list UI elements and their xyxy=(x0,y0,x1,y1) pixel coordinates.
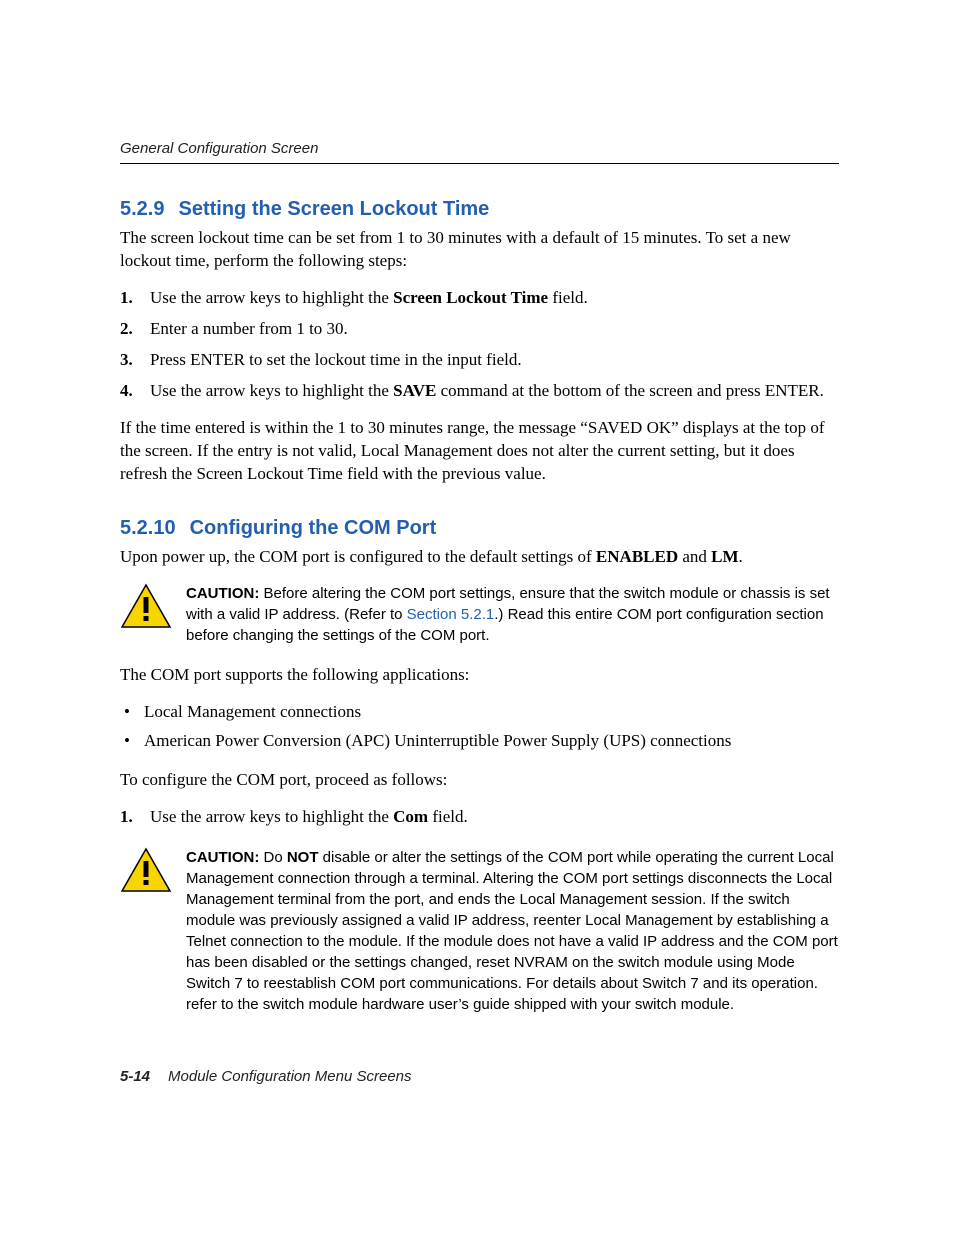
footer-title: Module Configuration Menu Screens xyxy=(168,1068,411,1085)
bullet-list: Local Management connections American Po… xyxy=(120,701,839,753)
value-lm: LM xyxy=(711,547,738,566)
caution-label: CAUTION: xyxy=(186,849,259,866)
running-head: General Configuration Screen xyxy=(120,140,839,164)
step-1: Use the arrow keys to highlight the Scre… xyxy=(120,287,839,310)
step-3: Press ENTER to set the lockout time in t… xyxy=(120,349,839,372)
step-text: command at the bottom of the screen and … xyxy=(436,381,824,400)
section-number: 5.2.9 xyxy=(120,198,164,220)
intro-paragraph: Upon power up, the COM port is configure… xyxy=(120,546,839,569)
step-4: Use the arrow keys to highlight the SAVE… xyxy=(120,380,839,403)
caution-label: CAUTION: xyxy=(186,585,259,602)
caution-box-2: CAUTION: Do NOT disable or alter the set… xyxy=(120,847,839,1015)
field-name: Screen Lockout Time xyxy=(393,288,548,307)
field-name: Com xyxy=(393,807,428,826)
cross-reference-link[interactable]: Section 5.2.1 xyxy=(407,606,495,623)
command-name: SAVE xyxy=(393,381,436,400)
step-2: Enter a number from 1 to 30. xyxy=(120,318,839,341)
supports-paragraph: The COM port supports the following appl… xyxy=(120,664,839,687)
text: Do xyxy=(259,849,287,866)
outro-paragraph: If the time entered is within the 1 to 3… xyxy=(120,417,839,486)
config-step-1: Use the arrow keys to highlight the Com … xyxy=(120,806,839,829)
heading-5-2-9: 5.2.9 Setting the Screen Lockout Time xyxy=(120,198,839,221)
text: disable or alter the settings of the COM… xyxy=(186,849,838,1013)
config-intro: To configure the COM port, proceed as fo… xyxy=(120,769,839,792)
steps-list: Use the arrow keys to highlight the Scre… xyxy=(120,287,839,403)
page-footer: 5-14 Module Configuration Menu Screens xyxy=(120,1068,412,1085)
text: and xyxy=(678,547,711,566)
step-text: Use the arrow keys to highlight the xyxy=(150,807,393,826)
section-title: Configuring the COM Port xyxy=(190,517,437,539)
caution-box-1: CAUTION: Before altering the COM port se… xyxy=(120,583,839,646)
value-enabled: ENABLED xyxy=(596,547,678,566)
step-text: field. xyxy=(428,807,468,826)
list-item: Local Management connections xyxy=(120,701,839,724)
list-item: American Power Conversion (APC) Uninterr… xyxy=(120,730,839,753)
text: Upon power up, the COM port is configure… xyxy=(120,547,596,566)
heading-5-2-10: 5.2.10 Configuring the COM Port xyxy=(120,517,839,540)
page-number: 5-14 xyxy=(120,1068,150,1085)
caution-text: CAUTION: Before altering the COM port se… xyxy=(186,583,839,646)
not-emphasis: NOT xyxy=(287,849,319,866)
step-text: Use the arrow keys to highlight the xyxy=(150,381,393,400)
section-title: Setting the Screen Lockout Time xyxy=(178,198,489,220)
step-text: Use the arrow keys to highlight the xyxy=(150,288,393,307)
intro-paragraph: The screen lockout time can be set from … xyxy=(120,227,839,273)
step-text: field. xyxy=(548,288,588,307)
text: . xyxy=(739,547,743,566)
config-steps-list: Use the arrow keys to highlight the Com … xyxy=(120,806,839,829)
caution-text: CAUTION: Do NOT disable or alter the set… xyxy=(186,847,839,1015)
section-number: 5.2.10 xyxy=(120,517,176,539)
caution-icon xyxy=(120,847,172,1015)
page: General Configuration Screen 5.2.9 Settin… xyxy=(0,0,954,1235)
caution-icon xyxy=(120,583,172,646)
